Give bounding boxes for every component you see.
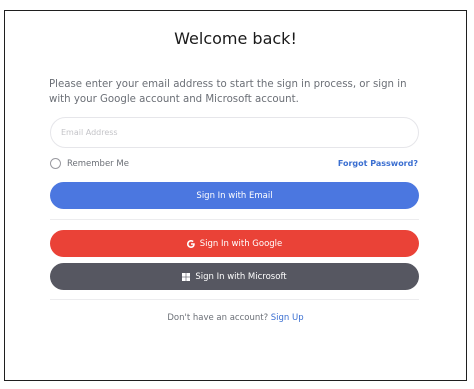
divider bbox=[50, 299, 419, 300]
sign-in-google-button[interactable]: Sign In with Google bbox=[50, 230, 419, 257]
divider bbox=[50, 219, 419, 220]
signin-description: Please enter your email address to start… bbox=[49, 79, 407, 105]
checkbox-icon[interactable] bbox=[50, 158, 61, 169]
sign-in-email-button[interactable]: Sign In with Email bbox=[50, 182, 419, 209]
sign-in-google-label: Sign In with Google bbox=[199, 238, 283, 249]
forgot-password-link[interactable]: Forgot Password? bbox=[338, 159, 418, 168]
windows-logo-icon bbox=[182, 272, 191, 281]
signin-card: Welcome back! Please enter your email ad… bbox=[4, 10, 467, 381]
email-input[interactable] bbox=[50, 117, 419, 148]
signup-row: Don't have an account? Sign Up bbox=[5, 313, 466, 323]
signup-prompt: Don't have an account? bbox=[167, 313, 271, 323]
sign-in-email-label: Sign In with Email bbox=[196, 190, 273, 201]
remember-me-label: Remember Me bbox=[67, 158, 129, 169]
page-title: Welcome back! bbox=[174, 29, 297, 48]
sign-up-link[interactable]: Sign Up bbox=[271, 313, 304, 323]
sign-in-microsoft-label: Sign In with Microsoft bbox=[195, 271, 287, 282]
remember-me-checkbox[interactable]: Remember Me bbox=[50, 158, 129, 169]
google-g-icon bbox=[186, 239, 195, 248]
sign-in-microsoft-button[interactable]: Sign In with Microsoft bbox=[50, 263, 419, 290]
